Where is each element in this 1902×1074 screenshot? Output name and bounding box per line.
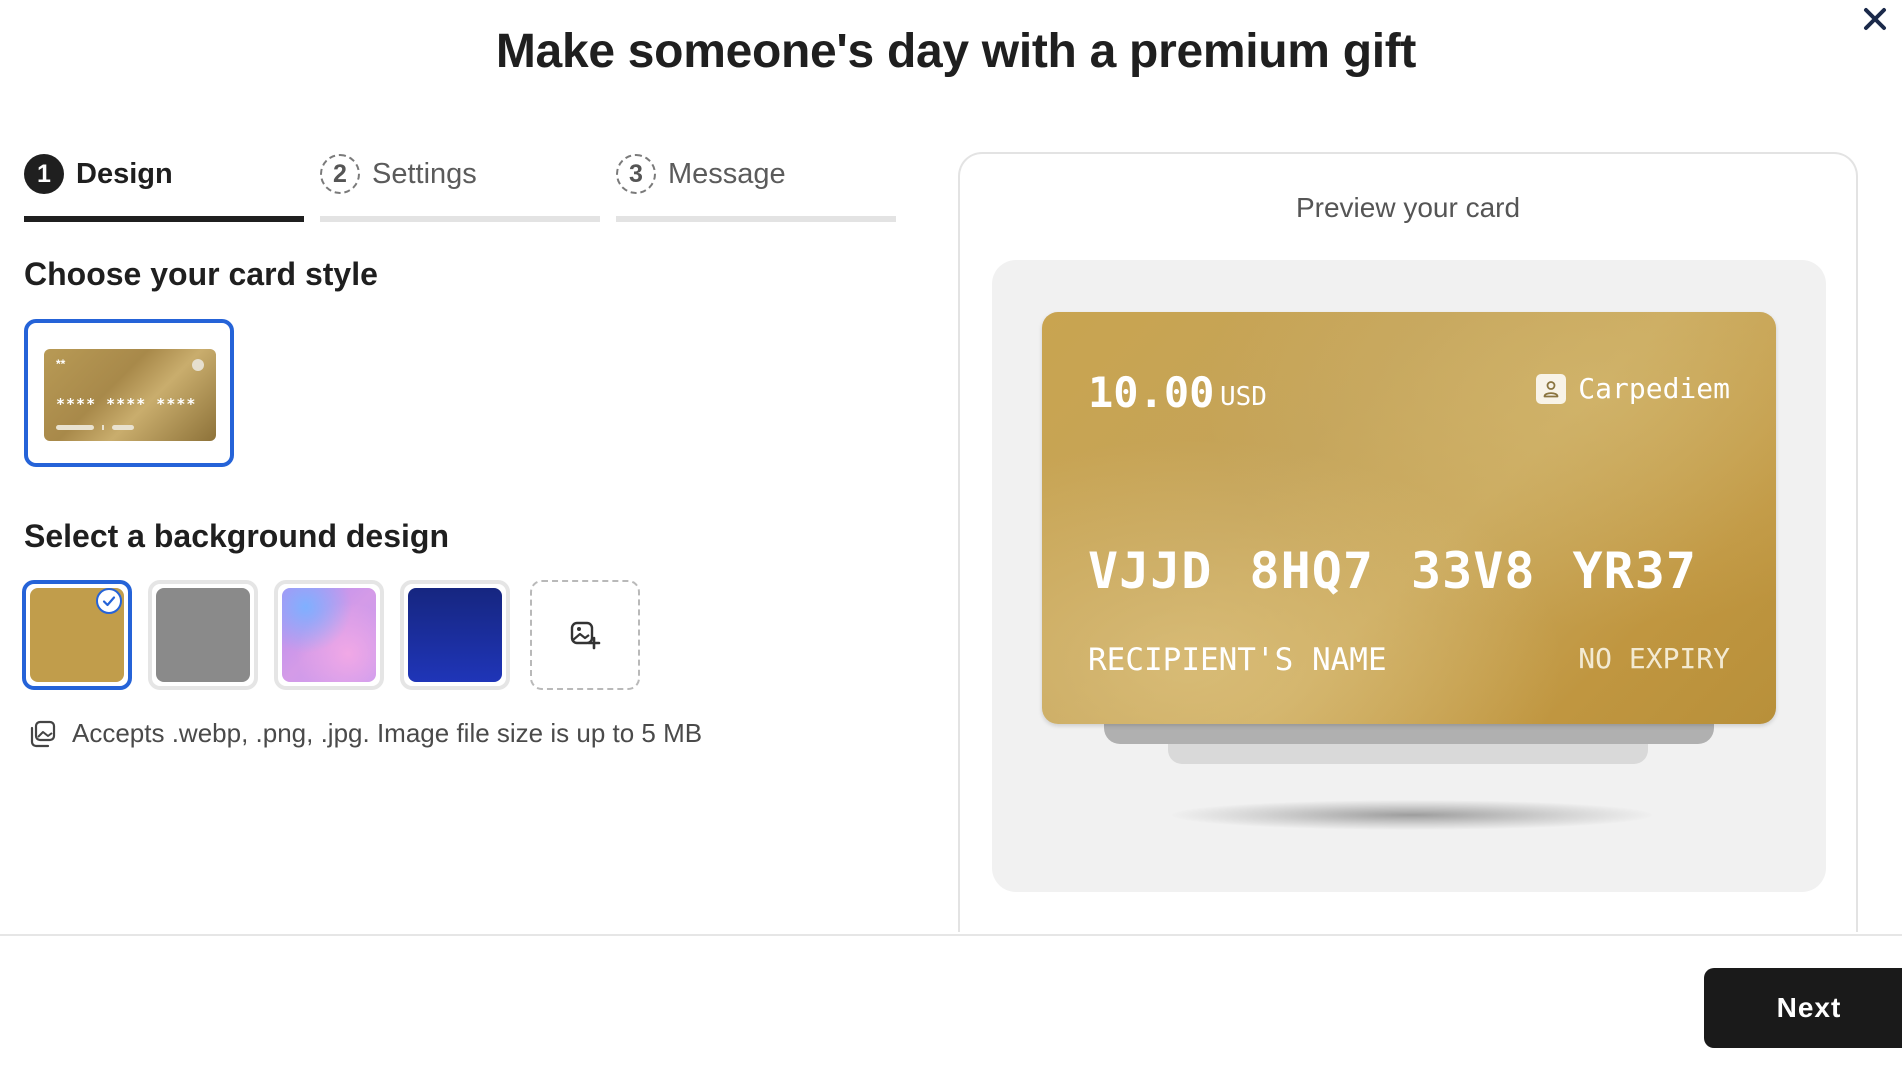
preview-panel: Preview your card 10.00 USD Carpediem VJ…	[958, 152, 1858, 932]
step-number: 3	[616, 154, 656, 194]
card-style-thumbnail: ** **** **** ****	[44, 349, 216, 441]
gift-card-dialog: Make someone's day with a premium gift 1…	[0, 0, 1902, 1074]
images-icon	[30, 720, 56, 747]
swatch-aurora[interactable]	[274, 580, 384, 690]
thumbnail-stars: **** **** ****	[56, 395, 197, 413]
background-swatches	[22, 580, 642, 690]
step-progress-bar	[24, 216, 304, 222]
thumbnail-top-stars: **	[56, 357, 66, 371]
preview-area: 10.00 USD Carpediem VJJD 8HQ7 33V8 YR37 …	[992, 260, 1826, 892]
card-brand: Carpediem	[1536, 372, 1730, 405]
swatch-gray[interactable]	[148, 580, 258, 690]
check-icon	[96, 588, 122, 614]
swatch-navy[interactable]	[400, 580, 510, 690]
card-style-heading: Choose your card style	[24, 256, 378, 292]
stepper: 1 Design 2 Settings 3 Message	[24, 150, 896, 224]
step-label: Message	[668, 158, 786, 190]
thumbnail-line	[102, 425, 104, 430]
card-style-option[interactable]: ** **** **** ****	[24, 319, 234, 467]
step-progress-bar	[320, 216, 600, 222]
user-icon	[1536, 373, 1567, 404]
swatch-fill	[156, 588, 250, 682]
step-number: 1	[24, 154, 64, 194]
preview-title: Preview your card	[1295, 192, 1521, 223]
card-amount: 10.00	[1088, 368, 1215, 417]
card-currency: USD	[1220, 382, 1267, 412]
image-plus-icon	[570, 621, 601, 650]
step-label: Settings	[372, 158, 477, 190]
gift-card-preview: 10.00 USD Carpediem VJJD 8HQ7 33V8 YR37 …	[1042, 312, 1776, 724]
thumbnail-dot	[192, 359, 204, 371]
card-code: VJJD 8HQ7 33V8 YR37	[1088, 542, 1697, 600]
upload-hint: Accepts .webp, .png, .jpg. Image file si…	[28, 718, 702, 749]
step-settings[interactable]: 2 Settings	[320, 150, 600, 224]
step-number: 2	[320, 154, 360, 194]
upload-hint-text: Accepts .webp, .png, .jpg. Image file si…	[72, 718, 703, 748]
step-message[interactable]: 3 Message	[616, 150, 896, 224]
thumbnail-line	[56, 425, 94, 430]
next-button[interactable]: Next	[1704, 968, 1902, 1048]
swatch-fill	[282, 588, 376, 682]
swatch-gold[interactable]	[22, 580, 132, 690]
card-recipient: RECIPIENT'S NAME	[1088, 642, 1387, 678]
card-brand-name: Carpediem	[1578, 372, 1730, 405]
step-label: Design	[76, 158, 173, 190]
thumbnail-line	[112, 425, 134, 430]
footer-divider	[0, 934, 1902, 936]
card-ground-shadow	[1172, 800, 1652, 830]
upload-background-button[interactable]	[530, 580, 640, 690]
card-expiry: NO EXPIRY	[1578, 642, 1730, 675]
step-design[interactable]: 1 Design	[24, 150, 304, 224]
background-heading: Select a background design	[24, 518, 449, 554]
page-title: Make someone's day with a premium gift	[495, 25, 1417, 78]
swatch-fill	[408, 588, 502, 682]
step-progress-bar	[616, 216, 896, 222]
